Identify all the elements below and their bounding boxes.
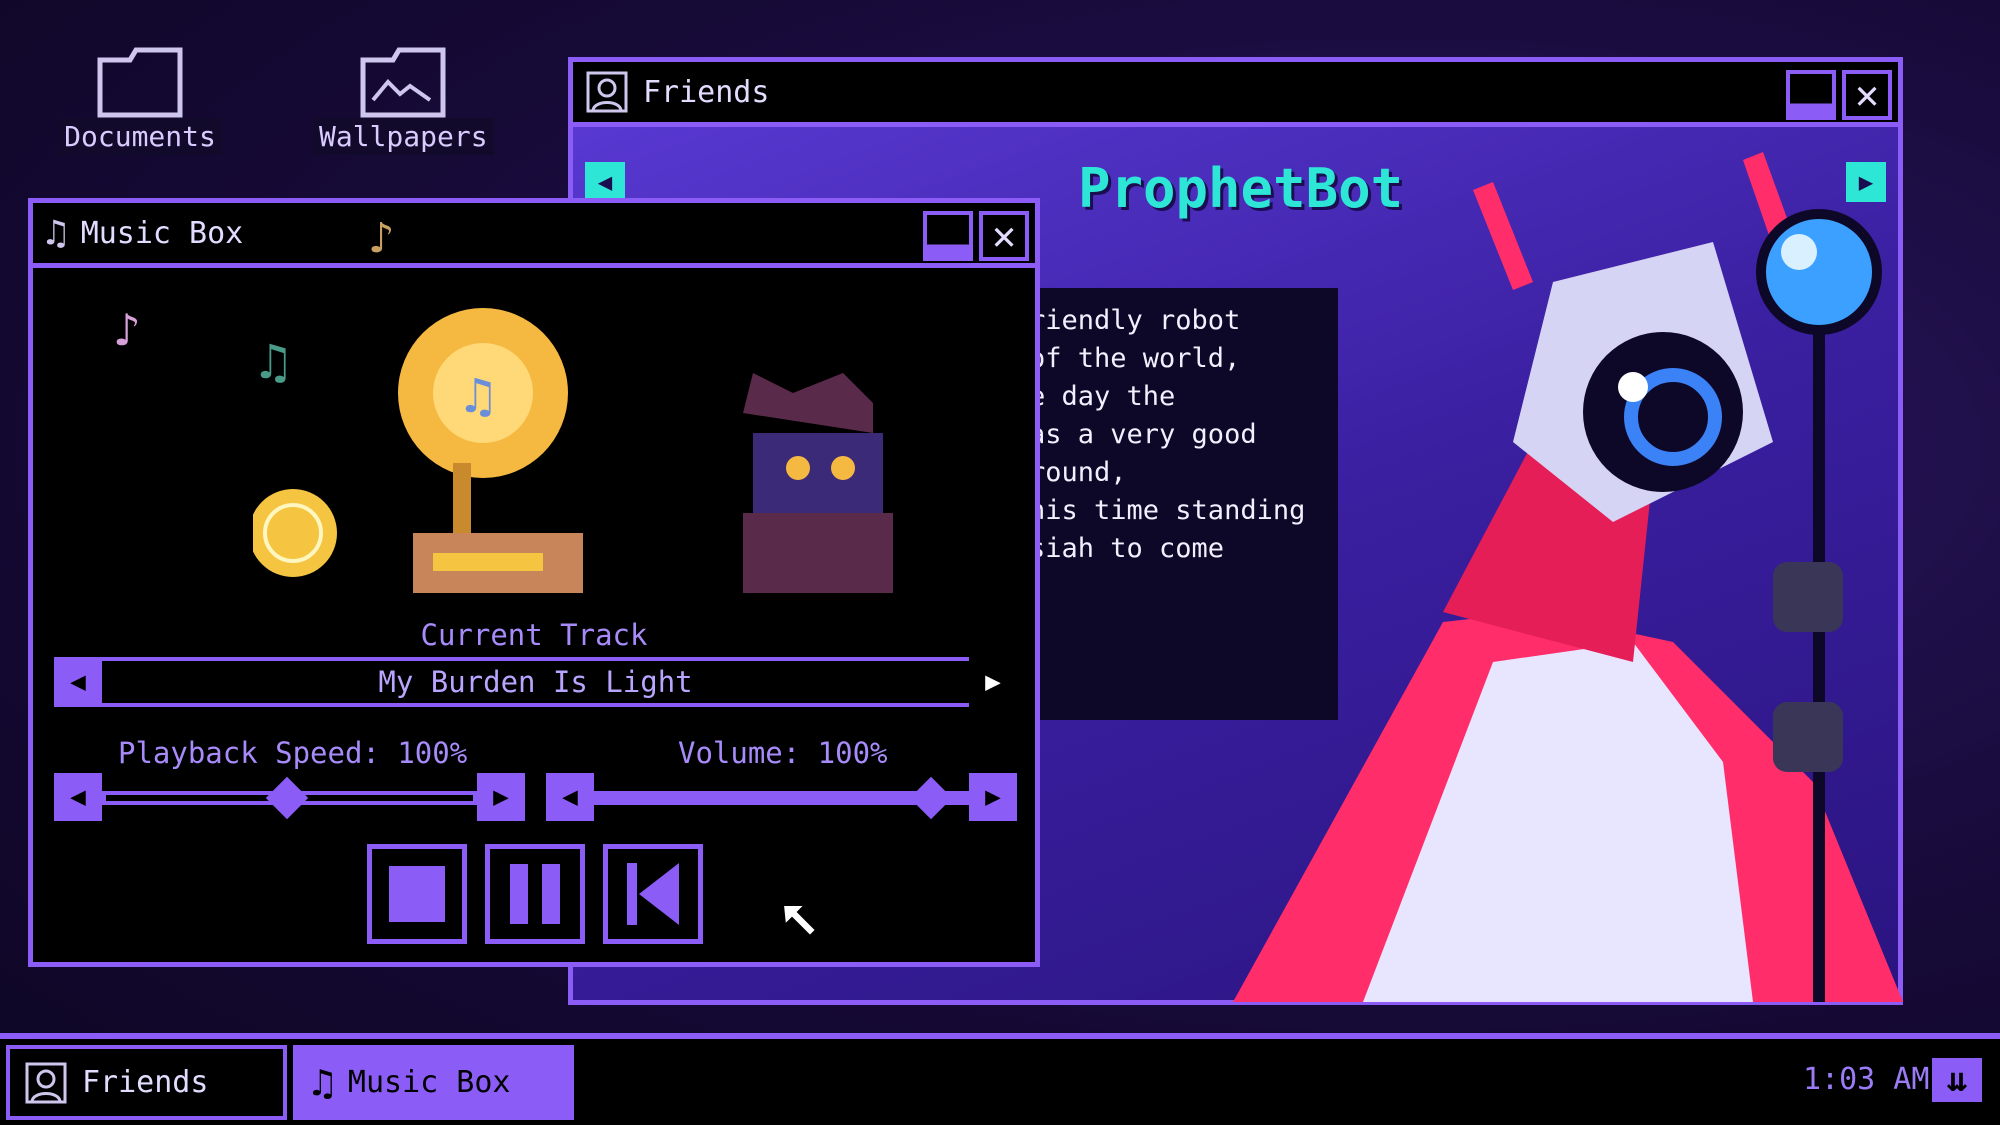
prev-track-button[interactable]: ◀ xyxy=(54,657,102,707)
music-box-window: ♫ Music Box ✕ ♪ ♫ ♪ ♫ Current Track ◀ My… xyxy=(28,198,1040,967)
music-box-titlebar[interactable]: ♫ Music Box ✕ xyxy=(33,203,1035,268)
friends-title: Friends xyxy=(643,74,770,110)
svg-text:♫: ♫ xyxy=(463,367,493,425)
friends-titlebar[interactable]: Friends ✕ xyxy=(573,62,1898,127)
image-folder-icon xyxy=(360,47,446,118)
volume-slider[interactable]: ◀ ▶ xyxy=(546,773,1017,823)
track-name: My Burden Is Light xyxy=(378,665,693,699)
clock: 1:03 AM xyxy=(1803,1062,1930,1097)
next-track-button[interactable]: ▶ xyxy=(969,657,1017,707)
music-box-title: Music Box xyxy=(80,215,244,251)
track-selector[interactable]: ◀ My Burden Is Light ▶ xyxy=(54,657,1017,707)
desktop-icon-wallpapers[interactable]: Wallpapers xyxy=(313,40,494,155)
prev-friend-button[interactable]: ◀ xyxy=(585,162,625,202)
friends-icon xyxy=(25,1062,67,1103)
folder-icon xyxy=(97,47,183,118)
speed-increase-button[interactable]: ▶ xyxy=(477,773,525,821)
previous-button[interactable] xyxy=(603,844,703,944)
current-track-label: Current Track xyxy=(420,618,648,652)
minimize-button[interactable] xyxy=(1786,70,1836,120)
skip-back-icon xyxy=(627,863,679,925)
volume-increase-button[interactable]: ▶ xyxy=(969,773,1017,821)
volume-decrease-button[interactable]: ◀ xyxy=(546,773,594,821)
volume-slider-handle[interactable] xyxy=(909,776,953,820)
taskbar-music-box[interactable]: ♫ Music Box xyxy=(293,1045,574,1120)
system-menu-button[interactable]: ⇊ xyxy=(1932,1058,1982,1108)
minimize-button[interactable] xyxy=(923,211,973,261)
gramophone-scene: ♫ xyxy=(253,308,893,593)
volume-label: Volume: 100% xyxy=(678,736,888,770)
mouse-cursor-icon xyxy=(781,904,818,938)
floating-note-icon: ♪ xyxy=(113,303,141,357)
pause-button[interactable] xyxy=(485,844,585,944)
pause-icon xyxy=(510,864,528,924)
documents-label: Documents xyxy=(58,118,222,155)
speed-decrease-button[interactable]: ◀ xyxy=(54,773,102,821)
desktop-icon-documents[interactable]: Documents xyxy=(50,40,230,155)
taskbar-music-box-label: Music Box xyxy=(347,1065,511,1100)
music-note-icon: ♫ xyxy=(45,212,67,254)
playback-speed-slider[interactable]: ◀ ▶ xyxy=(54,773,525,823)
taskbar-friends-label: Friends xyxy=(82,1065,209,1100)
taskbar-friends[interactable]: Friends xyxy=(6,1045,287,1120)
speed-slider-handle[interactable] xyxy=(265,776,309,820)
wallpapers-label: Wallpapers xyxy=(313,118,494,155)
stop-button[interactable] xyxy=(367,844,467,944)
floating-note-icon: ♪ xyxy=(368,213,395,264)
friends-icon xyxy=(586,71,628,113)
close-button[interactable]: ✕ xyxy=(979,211,1029,261)
stop-icon xyxy=(389,866,445,922)
close-button[interactable]: ✕ xyxy=(1842,70,1892,120)
prophetbot-portrait xyxy=(1233,152,1903,1002)
playback-speed-label: Playback Speed: 100% xyxy=(118,736,468,770)
music-note-icon: ♫ xyxy=(311,1060,334,1105)
